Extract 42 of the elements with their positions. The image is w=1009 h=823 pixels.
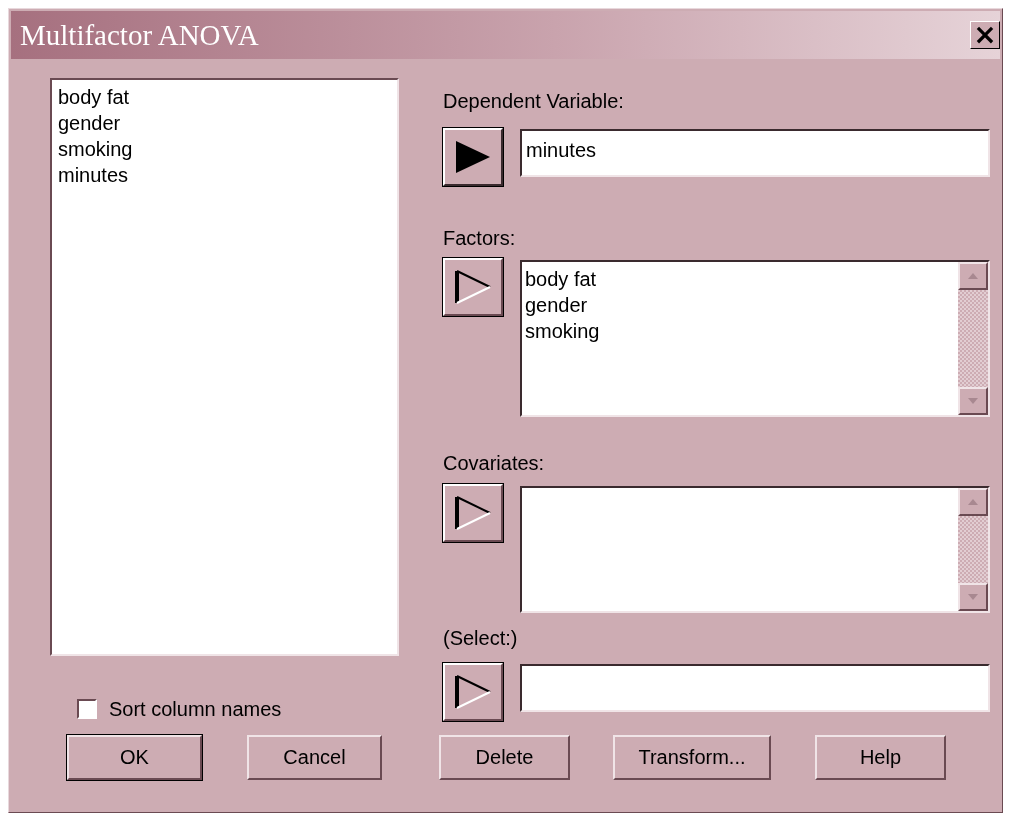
play-icon [454, 139, 492, 175]
up-arrow-icon [968, 499, 978, 505]
arrow-button[interactable] [443, 484, 503, 542]
variable-list[interactable]: body fat gender smoking minutes [50, 78, 399, 656]
dialog-button[interactable]: OK [67, 735, 202, 780]
dialog-button[interactable]: Transform... [613, 735, 771, 780]
list-item[interactable]: gender [525, 292, 955, 318]
play-icon [454, 269, 492, 305]
list-item[interactable]: smoking [525, 318, 955, 344]
checkbox[interactable] [77, 699, 97, 719]
dialog-button[interactable]: Delete [439, 735, 570, 780]
play-icon [454, 674, 492, 710]
up-arrow-icon [968, 273, 978, 279]
scroll-down-button[interactable] [958, 387, 988, 415]
list-item[interactable]: gender [58, 110, 391, 136]
arrow-button[interactable] [443, 128, 503, 186]
scroll-up-button[interactable] [958, 488, 988, 516]
checkbox-label: Sort column names [109, 697, 282, 721]
field-value: minutes [526, 139, 597, 161]
list-box[interactable]: body fat gender smoking [520, 260, 990, 417]
dialog-button[interactable]: Help [815, 735, 946, 780]
play-icon [454, 495, 492, 531]
field-label: Covariates: [443, 451, 546, 475]
arrow-button[interactable] [443, 663, 503, 721]
field-label: Dependent Variable: [443, 89, 625, 113]
list-item[interactable]: body fat [525, 266, 955, 292]
scroll-up-button[interactable] [958, 262, 988, 290]
dialog-button[interactable]: Cancel [247, 735, 382, 780]
list-item[interactable]: body fat [58, 84, 391, 110]
close-button[interactable]: × [970, 21, 1000, 49]
input-field[interactable] [520, 664, 990, 712]
window-title: Multifactor ANOVA [19, 18, 259, 52]
arrow-button[interactable] [443, 258, 503, 316]
down-arrow-icon [968, 594, 978, 600]
list-item[interactable]: minutes [58, 162, 391, 188]
scroll-down-button[interactable] [958, 583, 988, 611]
field-label: Factors: [443, 226, 517, 250]
list-item[interactable]: smoking [58, 136, 391, 162]
down-arrow-icon [968, 398, 978, 404]
input-field[interactable]: minutes [520, 129, 990, 177]
list-box[interactable] [520, 486, 990, 613]
field-label: (Select:) [443, 626, 519, 650]
